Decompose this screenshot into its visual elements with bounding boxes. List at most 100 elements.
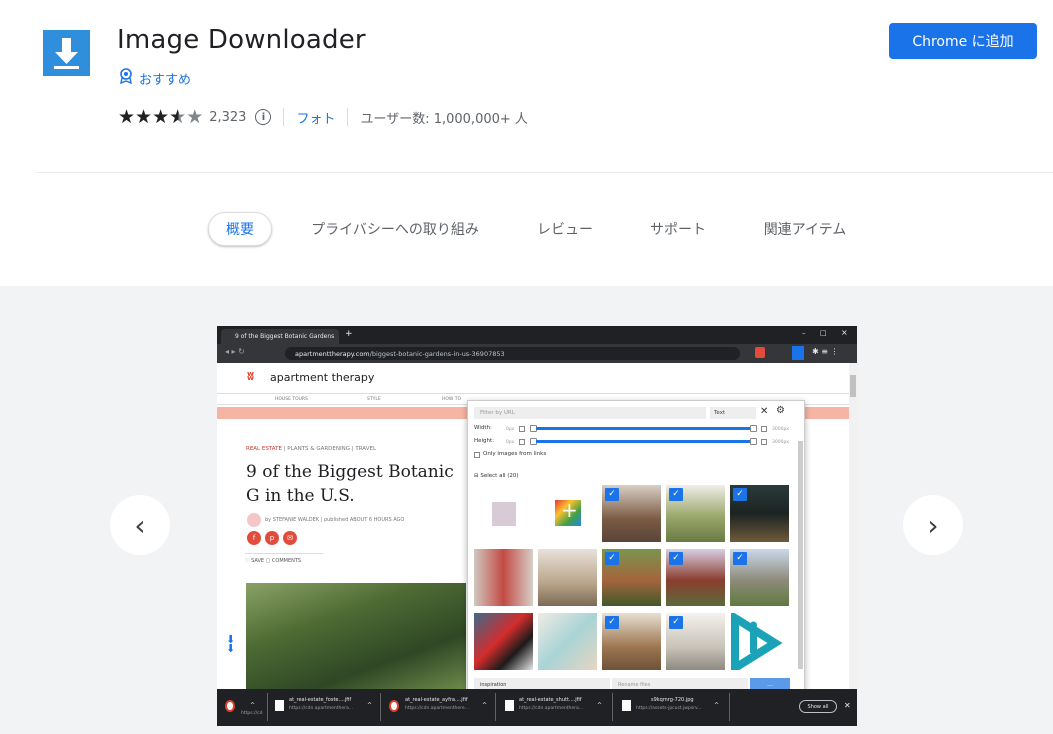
rating-count[interactable]: 2,323 [209,110,246,125]
extension-badge-icon [755,347,765,358]
image-downloader-toolbar-icon [792,346,804,360]
extension-title: Image Downloader [117,25,366,55]
image-thumb [474,485,533,542]
width-min-checkbox [519,426,525,432]
email-icon: ✉ [283,531,297,545]
check-icon: ✓ [669,552,683,565]
url-path: /biggest-botanic-gardens-in-us-36907853 [369,349,505,358]
select-all-label: Select all (20) [480,473,519,479]
browser-tab: 9 of the Biggest Botanic Gardens [221,329,339,344]
site-nav-item: HOUSE TOURS [275,397,308,402]
byline-text: by STEFANIE WALDEK | published ABOUT 6 H… [265,517,405,523]
download-filename: s9kqmrg-720.jpg https://assets-jpcust.jwp… [636,697,702,711]
web-page: ʬ apartment therapy HOUSE TOURS STYLE HO… [217,363,849,689]
star-icon: ★ [118,105,136,128]
star-icon: ★ [152,105,170,128]
width-min: 0px [506,427,515,432]
show-all-button: Show all [799,700,837,713]
select-all: ⊟ Select all (20) [474,473,519,479]
chevron-up-icon: ^ [482,702,488,709]
download-url: https://cdn.apartmenthere... [405,706,469,711]
image-thumb: ✓ [602,485,661,542]
tab-reviews[interactable]: レビュー [525,212,605,246]
pinterest-icon: p [265,531,279,545]
gallery-prev-button[interactable]: ‹ [110,495,170,555]
maximize-icon: □ [820,329,827,337]
gallery-next-button[interactable]: › [903,495,963,555]
save-comments-row: ♡ SAVE ▢ COMMENTS [245,553,323,564]
download-url: https://cd [241,711,263,716]
height-min: 0px [506,440,515,445]
check-icon: ✓ [605,616,619,629]
download-item: at_real-estate_shutt....jfif https://cdn.… [505,695,605,719]
download-item: s9kqmrg-720.jpg https://assets-jpcust.jwp… [622,695,722,719]
only-links-checkbox [474,452,480,458]
divider [612,693,613,721]
file-icon [622,700,631,711]
minimize-icon: – [802,329,806,337]
download-url: https://cdn.apartmenthera... [289,706,354,711]
height-max-checkbox [761,439,767,445]
download-filename-text: at_real-estate_foste....jfif [289,697,352,703]
user-count: ユーザー数: 1,000,000+ 人 [360,111,528,127]
download-item: at_real-estate_ayfra....jfif https://cdn.… [389,695,489,719]
width-slider [536,427,750,430]
site-name: apartment therapy [270,371,375,384]
width-max-handle [750,425,757,432]
tab-related[interactable]: 関連アイテム [755,212,855,246]
divider [283,108,285,126]
divider [347,108,349,126]
avatar [247,513,261,527]
gear-icon: ⚙ [776,405,785,416]
detail-tabs: 概要 プライバシーへの取り組み レビュー サポート 関連アイテム [0,212,1053,246]
check-icon: ✓ [733,488,747,501]
chevron-up-icon: ^ [250,702,256,709]
divider [729,693,730,721]
tag-rest: | PLANTS & GARDENING | TRAVEL [283,446,377,452]
height-max: 3000px [772,440,789,445]
article-headline: 9 of the Biggest Botanic G in the U.S. [246,462,454,506]
filter-mode-select: Text [710,407,756,419]
check-icon: ✓ [605,488,619,501]
browser-toolbar: ◂ ▸ ↻ apartmenttherapy.com/biggest-botan… [217,344,857,363]
category-link[interactable]: フォト [296,108,335,127]
popup-scrollbar [798,441,803,669]
back-icon: ◂ ▸ ↻ [225,347,245,356]
check-icon: ✓ [669,616,683,629]
download-filename-text: at_real-estate_shutt....jfif [519,697,582,703]
image-thumb [538,549,597,606]
star-empty-icon: ★ [186,105,204,128]
featured-badge[interactable]: おすすめ [119,68,191,88]
tag-real-estate: REAL ESTATE [246,446,282,452]
star-icon: ★ [135,105,153,128]
image-thumb: ✓ [730,485,789,542]
browser-titlebar: 9 of the Biggest Botanic Gardens + – □ × [217,326,857,344]
chevron-left-icon: ‹ [134,508,146,542]
divider [495,693,496,721]
facebook-icon: f [247,531,261,545]
site-nav-item: HOW TO [442,397,462,402]
height-slider [536,440,750,443]
rename-input: Rename files [612,678,748,689]
browser-tab-title: 9 of the Biggest Botanic Gardens [235,333,335,340]
image-thumb [538,613,597,670]
width-max-checkbox [761,426,767,432]
height-min-checkbox [519,439,525,445]
download-filename: at_real-estate_shutt....jfif https://cdn.… [519,697,583,711]
puzzle-icon: ✱ ≡ ⋮ [812,347,839,356]
tab-support[interactable]: サポート [638,212,718,246]
tab-privacy[interactable]: プライバシーへの取り組み [300,212,490,246]
info-icon[interactable]: i [255,109,272,125]
download-icon: ⬇ ⬇ [226,633,236,655]
check-icon: ✓ [669,488,683,501]
add-to-chrome-button[interactable]: Chrome に追加 [889,23,1037,59]
featured-label: おすすめ [139,72,192,88]
height-max-handle [750,438,757,445]
height-label: Height: [474,438,495,444]
download-filename-text: at_real-estate_ayfra....jfif [405,697,468,703]
tab-overview[interactable]: 概要 [208,212,272,246]
download-item: at_real-estate_foste....jfif https://cdn.… [275,695,375,719]
image-thumb [474,549,533,606]
image-thumb: ✓ [666,613,725,670]
screenshot-gallery: ‹ › 9 of the Biggest Botanic Gardens + –… [0,286,1053,734]
